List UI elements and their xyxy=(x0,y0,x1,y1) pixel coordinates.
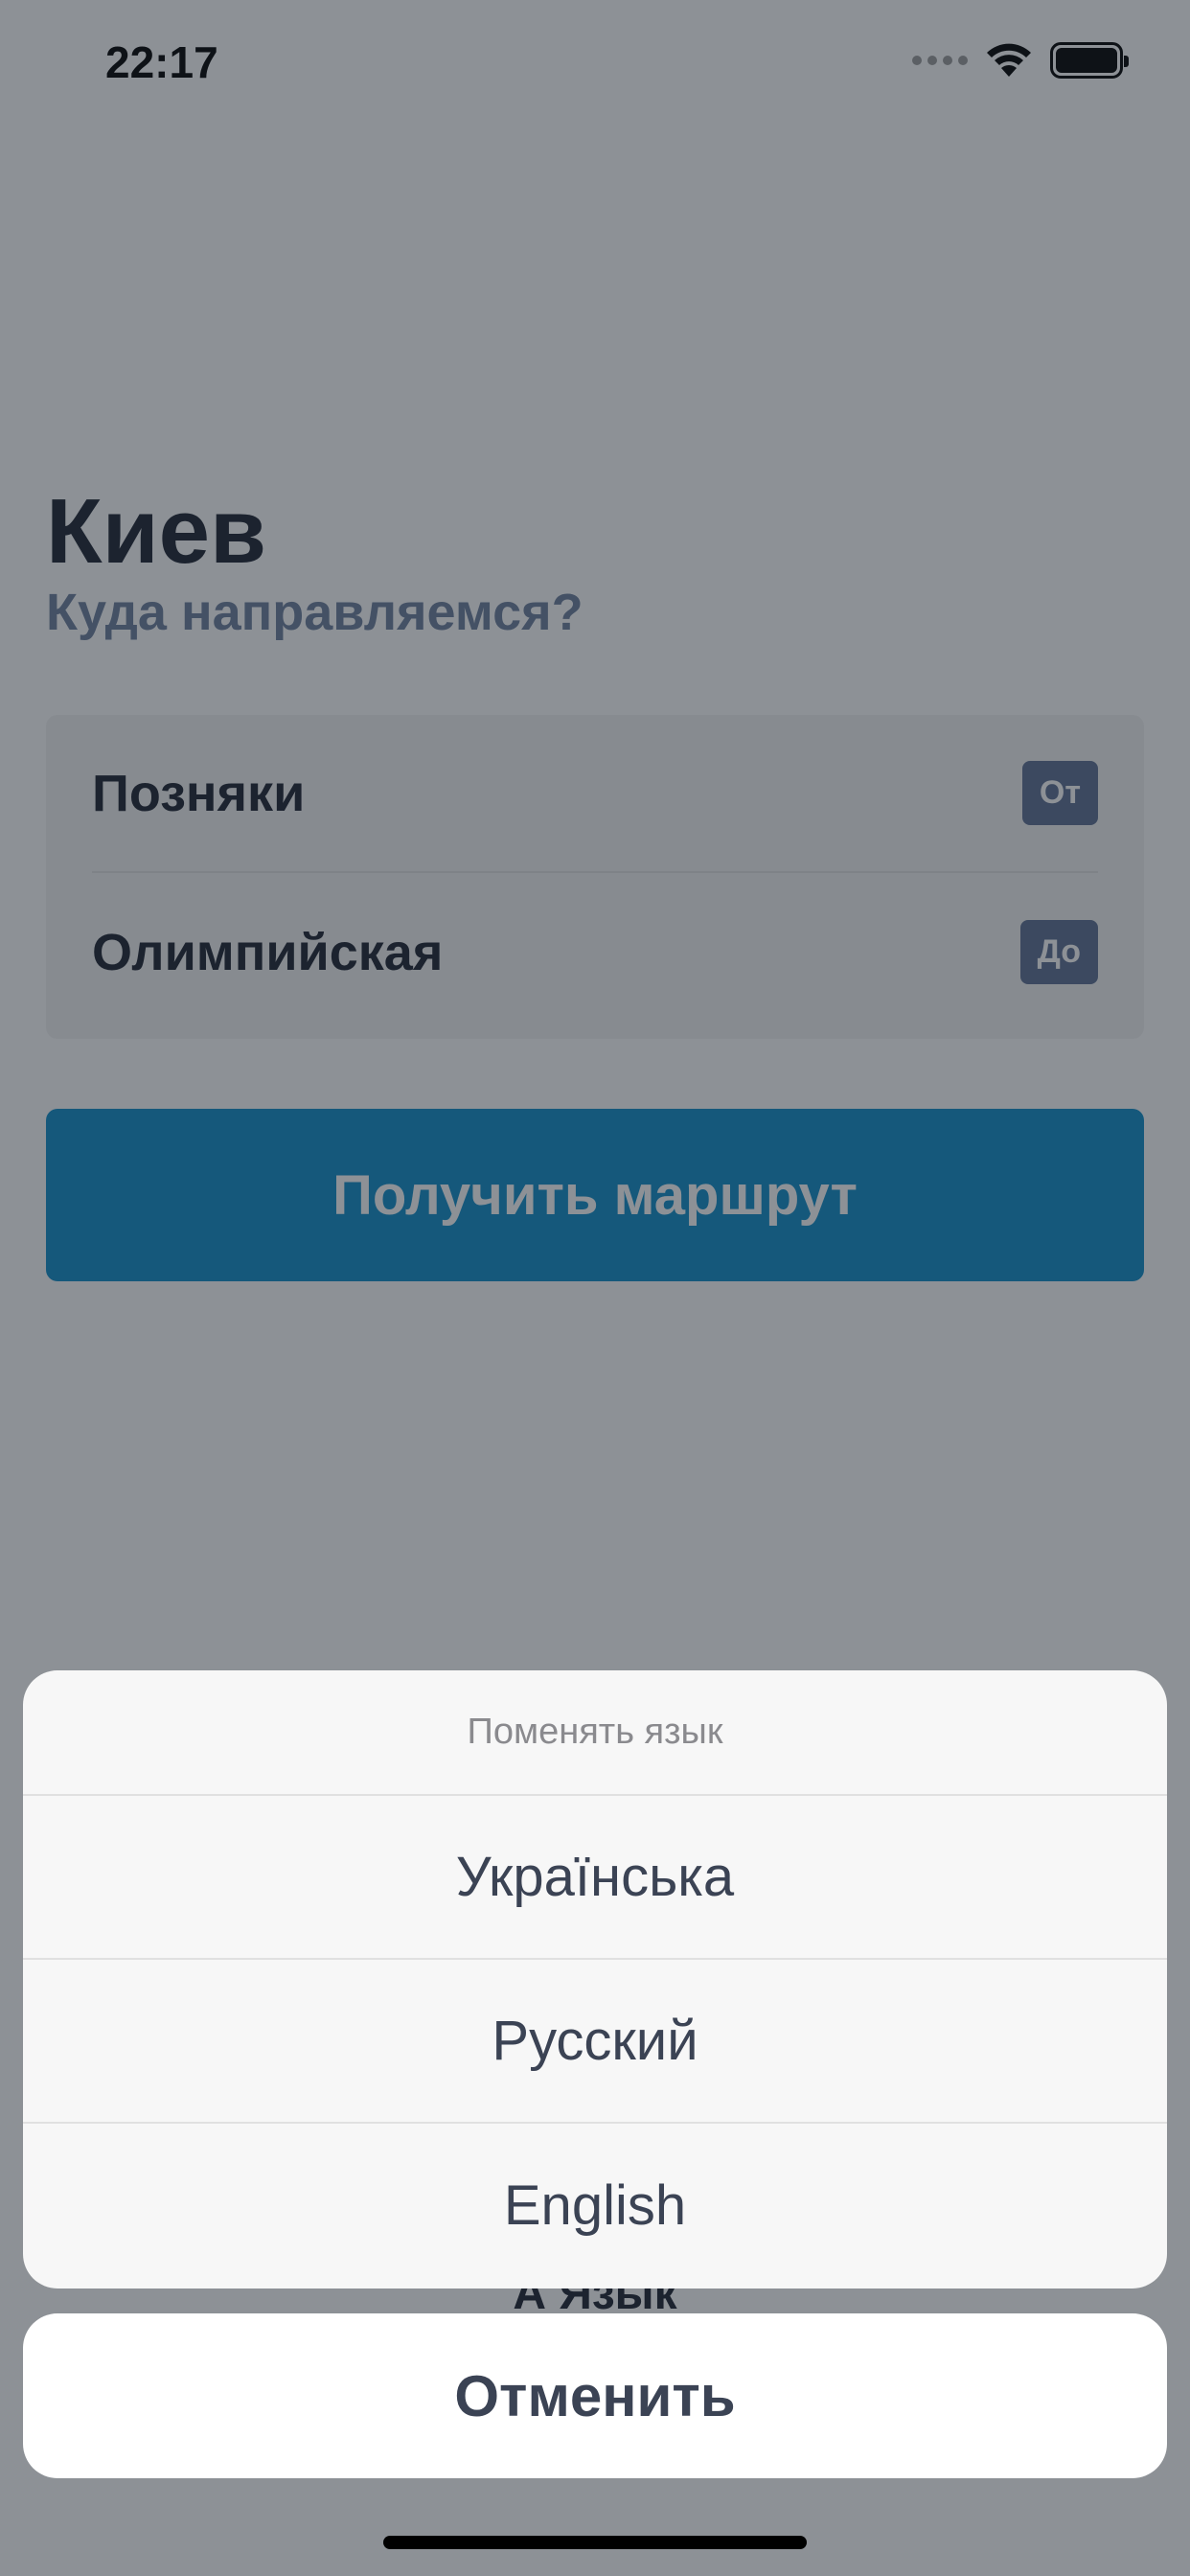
action-sheet-title: Поменять язык xyxy=(23,1670,1167,1796)
cancel-button[interactable]: Отменить xyxy=(23,2313,1167,2478)
option-english[interactable]: English xyxy=(23,2124,1167,2288)
screen: 22:17 Киев Куда направляемся? Позняки От… xyxy=(0,0,1190,2576)
option-ukrainian[interactable]: Українська xyxy=(23,1796,1167,1960)
option-russian[interactable]: Русский xyxy=(23,1960,1167,2124)
home-indicator[interactable] xyxy=(383,2536,807,2549)
language-action-sheet: Поменять язык Українська Русский English xyxy=(23,1670,1167,2288)
